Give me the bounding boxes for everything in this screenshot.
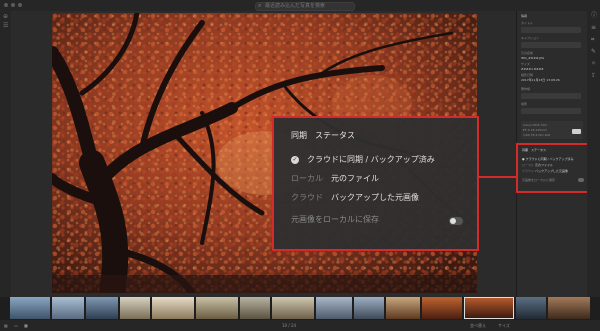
copyright-label: 著作権 bbox=[521, 87, 531, 91]
info-icon[interactable]: ⓘ bbox=[591, 13, 597, 19]
filmstrip-thumb[interactable] bbox=[52, 297, 84, 319]
window-controls[interactable] bbox=[4, 3, 22, 7]
filmstrip-thumb[interactable] bbox=[422, 297, 462, 319]
filmstrip-thumb[interactable] bbox=[548, 297, 590, 319]
save-original-toggle[interactable] bbox=[449, 217, 463, 225]
filmstrip-thumb[interactable] bbox=[316, 297, 352, 319]
callout-local-row: ローカル 元のファイル bbox=[291, 174, 379, 183]
size-label: サイズ bbox=[521, 62, 530, 66]
exposure-value: 1/60 f/5.6 ISO 400 bbox=[523, 133, 551, 137]
page-indicator: 10 / 24 bbox=[282, 323, 297, 328]
location-field[interactable] bbox=[521, 108, 581, 114]
bottom-bar: ▦ ▭ ■ 10 / 24 並べ替え サイズ bbox=[0, 320, 600, 331]
callout-connector bbox=[479, 176, 516, 178]
brush-icon[interactable]: ✎ bbox=[591, 49, 596, 55]
mini-save-label: 元画像をローカルに保存 bbox=[522, 178, 556, 182]
filmstrip-icon[interactable]: ▭ bbox=[14, 323, 18, 328]
filmstrip-thumb-selected[interactable] bbox=[464, 297, 514, 319]
edit-chip[interactable] bbox=[572, 129, 581, 134]
copyright-field[interactable] bbox=[521, 93, 581, 99]
sort-label[interactable]: 並べ替え bbox=[470, 323, 486, 328]
caption-label: キャプション bbox=[521, 36, 540, 40]
search-icon: ⌕ bbox=[258, 2, 262, 9]
filmstrip-thumb[interactable] bbox=[272, 297, 314, 319]
menu-icon[interactable]: ☰ bbox=[3, 23, 8, 29]
title-bar: ⌕ 最近読み込んだ写真を検索 bbox=[0, 0, 600, 11]
date-label: 撮影日時 bbox=[521, 73, 534, 77]
edit-icon[interactable]: ≡ bbox=[591, 25, 596, 31]
size-label[interactable]: サイズ bbox=[498, 323, 510, 328]
info-section-title: 情報 bbox=[521, 14, 528, 18]
right-icon-rail: ⓘ ≡ ⌗ ✎ ✧ ⇪ bbox=[587, 11, 600, 297]
date-value: 2017年11月23日 13:08:26 bbox=[521, 78, 560, 82]
filmstrip-thumb[interactable] bbox=[86, 297, 118, 319]
mini-status-title: 同期 ステータス bbox=[522, 148, 547, 152]
check-icon: ✓ bbox=[291, 155, 299, 164]
mini-local-line: ローカル 元のファイル bbox=[522, 163, 553, 167]
filmstrip-thumb[interactable] bbox=[10, 297, 50, 319]
sync-status-callout: 同期 ステータス ✓ クラウドに同期 / バックアップ済み ローカル 元のファイル … bbox=[272, 116, 479, 251]
mini-cloud-line: クラウド バックアップした元画像 bbox=[522, 169, 568, 173]
callout-cloud-row: クラウド バックアップした元画像 bbox=[291, 193, 419, 202]
search-field[interactable]: ⌕ 最近読み込んだ写真を検索 bbox=[255, 2, 355, 11]
filmstrip-thumb[interactable] bbox=[386, 297, 420, 319]
filmstrip-thumb[interactable] bbox=[240, 297, 270, 319]
healing-icon[interactable]: ✧ bbox=[591, 61, 596, 67]
title-label: タイトル bbox=[521, 21, 534, 25]
crop-icon[interactable]: ⌗ bbox=[591, 37, 594, 43]
lens-value: EF-S 18-135mm bbox=[523, 128, 548, 132]
grid-icon[interactable]: ▦ bbox=[4, 323, 8, 328]
mini-sync-line: ● クラウドに同期 / バックアップ済み bbox=[522, 157, 574, 161]
filmstrip-thumb[interactable] bbox=[196, 297, 238, 319]
left-toolbar: ⊕ ☰ bbox=[0, 11, 11, 297]
add-icon[interactable]: ⊕ bbox=[3, 14, 8, 20]
callout-title: 同期 ステータス bbox=[291, 131, 355, 140]
size-value: ####×#### bbox=[521, 67, 544, 71]
title-field[interactable] bbox=[521, 27, 581, 33]
callout-save-label: 元画像をローカルに保存 bbox=[291, 215, 379, 224]
search-placeholder: 最近読み込んだ写真を検索 bbox=[265, 3, 326, 9]
camera-info-box: Canon EOS 70D EF-S 18-135mm 1/60 f/5.6 I… bbox=[521, 121, 583, 139]
callout-sync-row: ✓ クラウドに同期 / バックアップ済み bbox=[291, 155, 435, 164]
caption-field[interactable] bbox=[521, 42, 581, 48]
filename-value: IMG_####.JPG bbox=[521, 56, 545, 60]
sync-status-panel: 同期 ステータス ● クラウドに同期 / バックアップ済み ローカル 元のファイ… bbox=[516, 143, 591, 193]
share-icon[interactable]: ⇪ bbox=[591, 73, 596, 79]
camera-value: Canon EOS 70D bbox=[523, 123, 547, 127]
filmstrip-thumb[interactable] bbox=[120, 297, 150, 319]
filename-label: 元の名前 bbox=[521, 51, 534, 55]
mini-save-toggle[interactable] bbox=[578, 178, 584, 182]
filmstrip-thumb[interactable] bbox=[354, 297, 384, 319]
filmstrip-thumb[interactable] bbox=[152, 297, 194, 319]
filmstrip-thumb[interactable] bbox=[516, 297, 546, 319]
detail-icon[interactable]: ■ bbox=[24, 323, 28, 328]
location-label: 場所 bbox=[521, 102, 528, 106]
mini-check-icon: ● bbox=[522, 157, 525, 161]
